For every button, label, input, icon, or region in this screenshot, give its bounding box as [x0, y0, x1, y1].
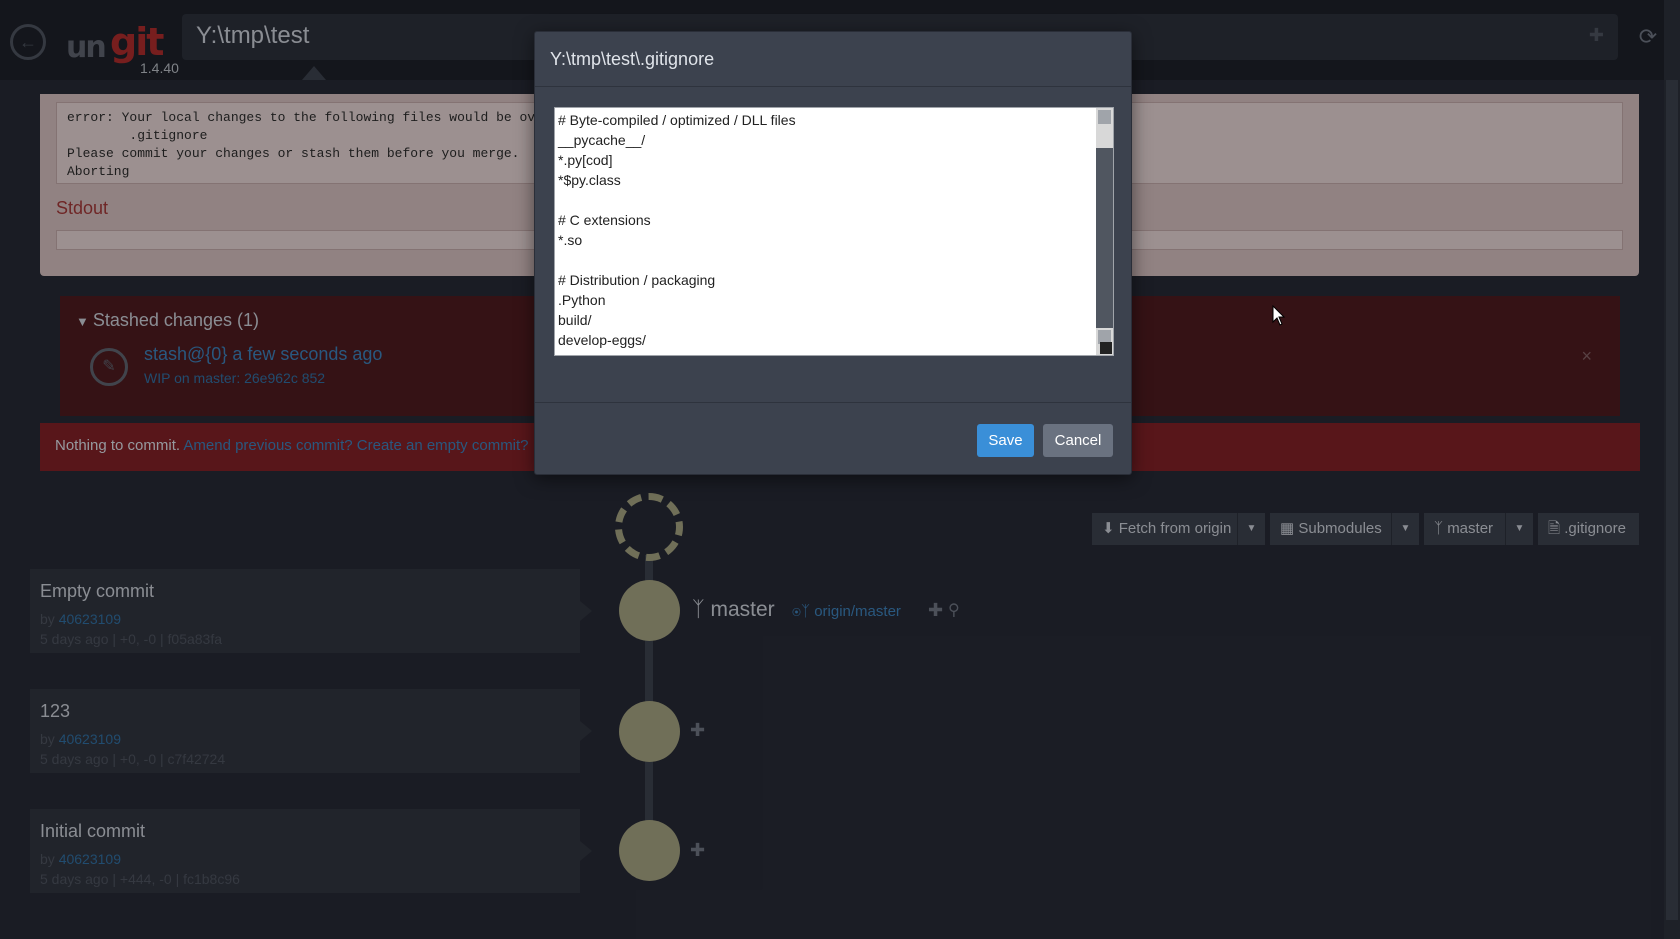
mouse-cursor-icon — [1272, 305, 1286, 326]
modal-divider — [535, 402, 1131, 403]
gitignore-content[interactable]: # Byte-compiled / optimized / DLL files … — [558, 110, 796, 355]
gitignore-modal: Y:\tmp\test\.gitignore # Byte-compiled /… — [534, 31, 1132, 475]
modal-title: Y:\tmp\test\.gitignore — [550, 49, 715, 69]
save-button[interactable]: Save — [977, 424, 1034, 457]
editor-scrollbar-thumb[interactable] — [1096, 148, 1113, 328]
scroll-up-icon[interactable] — [1098, 110, 1111, 124]
resize-handle-icon[interactable] — [1100, 342, 1112, 354]
gitignore-editor[interactable]: # Byte-compiled / optimized / DLL files … — [554, 107, 1114, 356]
modal-header: Y:\tmp\test\.gitignore — [535, 32, 1131, 87]
cancel-button[interactable]: Cancel — [1043, 424, 1113, 457]
